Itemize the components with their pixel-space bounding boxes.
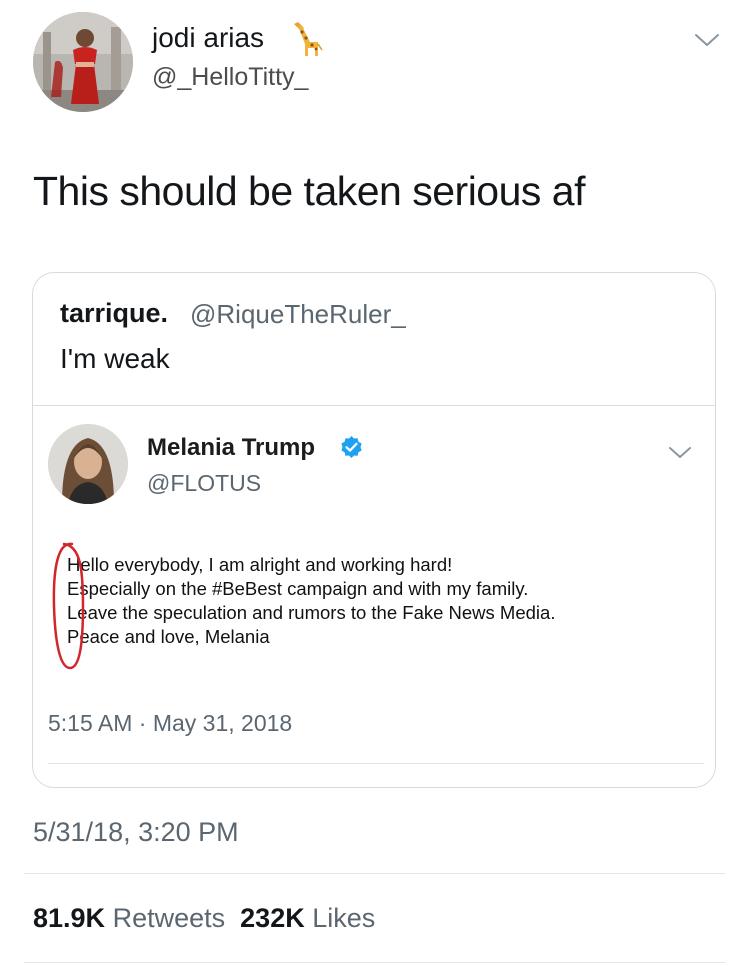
author-avatar[interactable] [33, 12, 133, 112]
verified-badge-icon [339, 435, 364, 460]
quoted-tweet-text: I'm weak [60, 343, 170, 374]
embedded-tweet-body: Hello everybody, I am alright and workin… [67, 553, 555, 649]
quoted-author-name: tarrique. [60, 298, 169, 328]
likes-stat[interactable]: 232K Likes [240, 903, 375, 933]
giraffe-emoji-icon [288, 18, 324, 58]
divider [24, 962, 725, 963]
retweets-label: Retweets [112, 903, 226, 933]
quoted-author-handle: @RiqueTheRuler_ [190, 299, 406, 329]
tweet-timestamp[interactable]: 5/31/18, 3:20 PM [33, 817, 239, 848]
embedded-line: Leave the speculation and rumors to the … [67, 602, 556, 623]
author-handle[interactable]: @_HelloTitty_ [152, 63, 308, 92]
engagement-stats: 81.9K Retweets 232K Likes [33, 903, 375, 934]
likes-label: Likes [312, 903, 376, 933]
embedded-avatar [48, 424, 128, 504]
embedded-time: 5:15 AM · May 31, 2018 [48, 710, 293, 736]
embedded-line: Peace and love, Melania [67, 626, 270, 647]
red-annotation-circle [50, 538, 86, 674]
embedded-line: Especially on the #BeBest campaign and w… [67, 578, 529, 599]
retweets-stat[interactable]: 81.9K Retweets [33, 903, 225, 933]
embedded-line: Hello everybody, I am alright and workin… [67, 554, 453, 575]
quoted-card-divider [33, 405, 715, 406]
embedded-name: Melania Trump [147, 434, 316, 461]
chevron-down-icon [668, 445, 692, 460]
embedded-divider [48, 763, 704, 764]
divider [24, 873, 725, 874]
tweet-text: This should be taken serious af [33, 168, 586, 214]
retweets-count: 81.9K [33, 903, 106, 933]
likes-count: 232K [240, 903, 305, 933]
embedded-handle: @FLOTUS [147, 470, 262, 496]
author-display-name[interactable]: jodi arias [152, 22, 264, 54]
chevron-down-icon[interactable] [694, 32, 720, 48]
